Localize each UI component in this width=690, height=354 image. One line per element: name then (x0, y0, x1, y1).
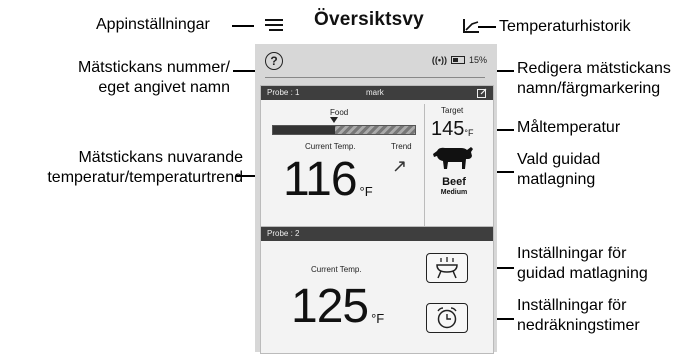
probe-number: Probe : 2 (267, 229, 300, 238)
target-temperature[interactable]: 145 °F (431, 118, 473, 141)
status-indicators: ((•)) 15% (432, 55, 487, 65)
battery-level: 15% (468, 55, 487, 65)
callout-timer-settings: Inställningar för nedräkningstimer (517, 296, 640, 336)
callout-current-temp: Mätstickans nuvarande temperatur/tempera… (17, 148, 243, 188)
temp-unit: °F (359, 184, 373, 199)
current-temp-value: 116 (283, 153, 358, 206)
probe-card-header: Probe : 1 mark (261, 86, 493, 100)
callout-text: Vald guidad (517, 151, 601, 168)
menu-icon[interactable] (265, 18, 283, 32)
trend-arrow-icon: ↗ (392, 156, 408, 176)
callout-text: nedräkningstimer (517, 317, 640, 334)
food-progress-marker (330, 117, 339, 123)
temp-unit: °F (464, 128, 474, 138)
callout-line (232, 25, 254, 27)
callout-text: namn/färgmarkering (517, 80, 661, 97)
callout-guided: Vald guidad matlagning (517, 150, 600, 190)
food-progress-fill (273, 126, 336, 134)
help-icon[interactable]: ? (265, 52, 283, 70)
callout-temp-history: Temperaturhistorik (499, 18, 631, 35)
guided-cooking-button[interactable] (426, 253, 468, 283)
card-divider (424, 104, 425, 244)
callout-text: matlagning (517, 171, 596, 188)
callout-text: Redigera mätstickans (517, 60, 671, 77)
callout-text: guidad matlagning (517, 265, 648, 282)
page-title: Översiktsvy (314, 9, 424, 30)
callout-app-settings: Appinställningar (96, 16, 210, 33)
battery-icon (450, 56, 465, 64)
signal-icon: ((•)) (431, 55, 447, 65)
probe-name: mark (366, 88, 384, 97)
target-label: Target (441, 106, 464, 115)
callout-target-temp: Måltemperatur (517, 119, 621, 136)
current-temperature: 116 °F (283, 152, 373, 207)
callout-text: temperatur/temperaturtrend (47, 169, 243, 186)
divider (265, 77, 485, 78)
probe-card-2[interactable]: Probe : 2 Current Temp. 125 °F (260, 226, 494, 354)
grill-icon (436, 257, 458, 279)
countdown-timer-button[interactable] (426, 303, 468, 333)
callout-edit: Redigera mätstickans namn/färgmarkering (517, 59, 671, 99)
probe-number: Probe : 1 (267, 88, 300, 97)
callout-probe-name: Mätstickans nummer/ eget angivet namn (56, 58, 230, 98)
edit-icon[interactable] (477, 88, 487, 98)
food-label: Food (330, 108, 349, 117)
callout-text: eget angivet namn (98, 79, 230, 96)
app-screen: ? ((•)) 15% Probe : 1 mark Food Current … (255, 44, 497, 354)
callout-text: Mätstickans nuvarande (78, 149, 243, 166)
meat-label: Beef (442, 176, 466, 188)
temp-unit: °F (371, 311, 385, 326)
trend-label: Trend (391, 142, 412, 151)
probe-card-header: Probe : 2 (261, 227, 493, 241)
doneness-label: Medium (440, 189, 468, 196)
callout-guided-settings: Inställningar för guidad matlagning (517, 244, 648, 284)
current-temp-value: 125 (291, 280, 369, 333)
current-temp-label: Current Temp. (311, 265, 362, 274)
callout-text: Inställningar för (517, 245, 627, 262)
callout-text: Mätstickans nummer/ (77, 59, 230, 76)
alarm-clock-icon (437, 307, 457, 329)
status-bar: ? ((•)) 15% (255, 44, 497, 76)
probe-card-1[interactable]: Probe : 1 mark Food Current Temp. Trend … (260, 85, 494, 249)
callout-text: Inställningar för (517, 297, 627, 314)
current-temp-label: Current Temp. (305, 142, 356, 151)
callout-line (478, 26, 496, 28)
current-temperature: 125 °F (291, 279, 384, 334)
target-temp-value: 145 (431, 118, 465, 140)
cow-icon (431, 143, 475, 173)
food-progress-bar (272, 125, 416, 135)
